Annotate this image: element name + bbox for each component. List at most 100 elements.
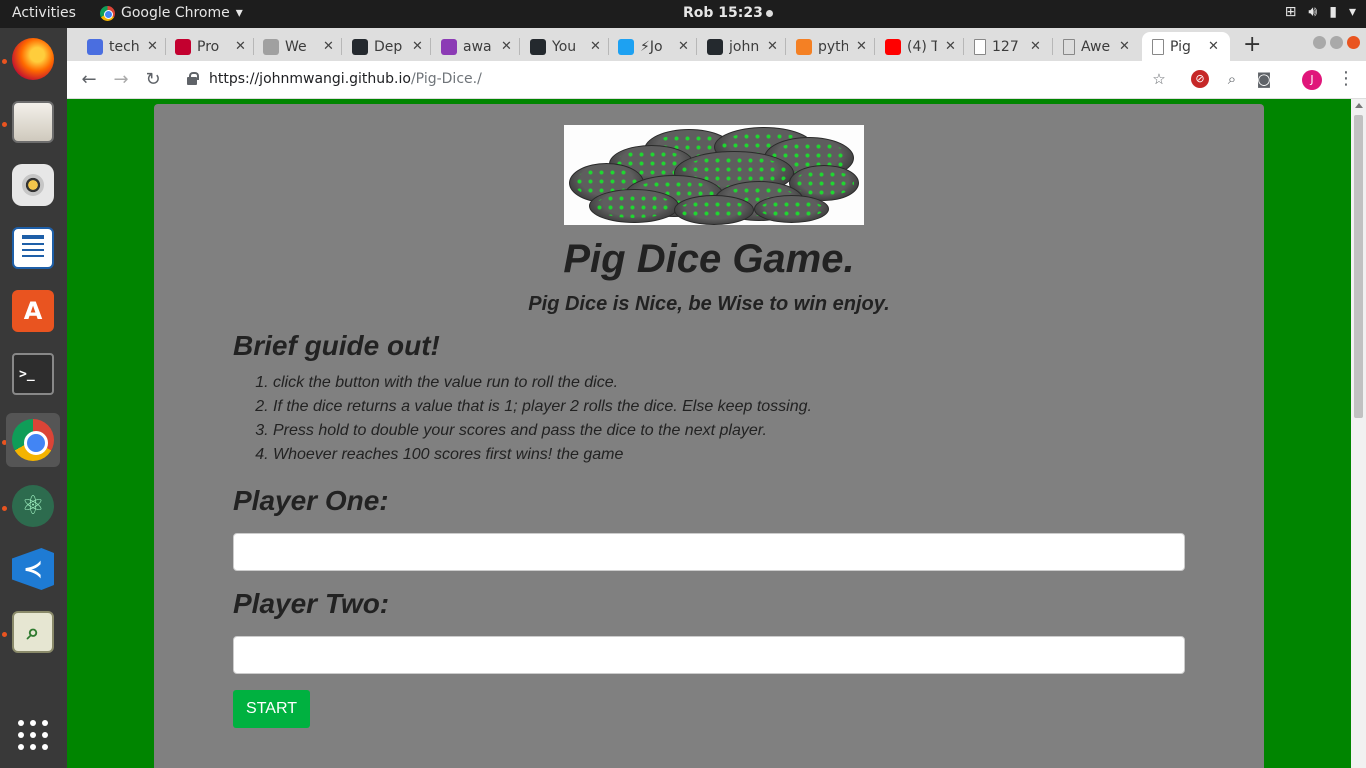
tab-title: tech (109, 38, 139, 55)
extension-zoom-icon[interactable]: ⌕ (1223, 70, 1241, 88)
browser-tab[interactable]: (4) T ✕ (875, 32, 963, 61)
address-bar[interactable]: https://johnmwangi.github.io/Pig-Dice./ (209, 71, 482, 87)
github-icon (263, 38, 279, 55)
tab-title: 127 (992, 38, 1019, 55)
notification-dot (765, 9, 773, 17)
browser-tab[interactable]: tech ✕ (77, 32, 165, 61)
page-icon (1152, 38, 1164, 55)
reload-button[interactable]: ↻ (141, 68, 165, 92)
close-tab-icon[interactable]: ✕ (678, 39, 689, 54)
app-menu[interactable]: Google Chrome ▾ (100, 5, 243, 21)
dock-image-viewer[interactable]: ⌕ (6, 605, 60, 659)
chrome-icon (12, 419, 54, 461)
youtube-icon (885, 38, 901, 55)
dock-firefox[interactable] (6, 32, 60, 86)
chrome-icon (100, 5, 115, 21)
close-tab-icon[interactable]: ✕ (767, 39, 778, 54)
browser-tab[interactable]: 127 ✕ (964, 32, 1052, 61)
browser-tab[interactable]: You ✕ (520, 32, 608, 61)
guide-step: click the button with the value run to r… (273, 373, 812, 397)
chevron-down-icon: ▾ (1348, 4, 1356, 20)
tab-title: You (552, 38, 577, 55)
close-window-button[interactable] (1347, 36, 1360, 49)
twitter-icon (618, 38, 634, 55)
scrollbar-thumb[interactable] (1354, 115, 1363, 418)
profile-avatar[interactable]: J (1302, 70, 1322, 90)
system-tray[interactable]: ⊞ 🔊︎ ▮ ▾ (1285, 4, 1356, 20)
extension-blocker-icon[interactable]: ⊘ (1191, 70, 1209, 88)
clock[interactable]: Rob 15:23 (683, 5, 773, 21)
guide-step: If the dice returns a value that is 1; p… (273, 397, 812, 421)
browser-tab[interactable]: awa ✕ (431, 32, 519, 61)
forward-button[interactable]: → (109, 68, 133, 92)
chrome-menu-icon[interactable]: ⋮ (1337, 68, 1355, 89)
guide-step: Press hold to double your scores and pas… (273, 421, 812, 445)
lock-icon[interactable] (187, 72, 199, 85)
bookmark-star-icon[interactable]: ☆ (1150, 70, 1168, 88)
files-icon (12, 101, 54, 143)
browser-tab[interactable]: Pig ✕ (1142, 32, 1230, 61)
close-tab-icon[interactable]: ✕ (945, 39, 956, 54)
tab-title: ⚡Jo (640, 38, 663, 55)
close-tab-icon[interactable]: ✕ (323, 39, 334, 54)
dock-vscode[interactable]: ≺ (6, 542, 60, 596)
close-tab-icon[interactable]: ✕ (1208, 39, 1219, 54)
player-one-input[interactable] (233, 533, 1185, 571)
new-tab-button[interactable]: + (1243, 32, 1261, 57)
browser-tab[interactable]: We ✕ (253, 32, 341, 61)
close-tab-icon[interactable]: ✕ (1030, 39, 1041, 54)
close-tab-icon[interactable]: ✕ (1119, 39, 1130, 54)
browser-tab[interactable]: ⚡Jo ✕ (608, 32, 696, 61)
page-icon (974, 38, 986, 55)
software-center-icon: A (12, 290, 54, 332)
page-scrollbar[interactable] (1351, 99, 1366, 768)
back-button[interactable]: ← (77, 68, 101, 92)
scroll-up-arrow-icon[interactable] (1355, 103, 1363, 108)
browser-tab[interactable]: Pro ✕ (165, 32, 253, 61)
dock-terminal[interactable]: >_ (6, 347, 60, 401)
atom-icon: ⚛ (12, 485, 54, 527)
player-two-input[interactable] (233, 636, 1185, 674)
guide-step: Whoever reaches 100 scores first wins! t… (273, 445, 812, 469)
guide-heading: Brief guide out! (233, 330, 440, 361)
github-icon (530, 38, 546, 55)
stackoverflow-icon (796, 38, 812, 55)
activities-button[interactable]: Activities (12, 5, 76, 21)
close-tab-icon[interactable]: ✕ (590, 39, 601, 54)
chrome-window: tech ✕ Pro ✕ We ✕ Dep ✕ awa ✕ You ✕ ⚡Jo ✕ john ✕ pyth ✕ (4… (67, 28, 1366, 768)
close-tab-icon[interactable]: ✕ (235, 39, 246, 54)
dock-rhythmbox[interactable] (6, 158, 60, 212)
minimize-button[interactable] (1313, 36, 1326, 49)
extension-capture-icon[interactable]: ◙ (1255, 70, 1273, 88)
maximize-button[interactable] (1330, 36, 1343, 49)
player-one-label: Player One: (233, 485, 389, 516)
tab-title: Pig (1170, 38, 1191, 55)
browser-tab[interactable]: john ✕ (697, 32, 785, 61)
dock-atom[interactable]: ⚛ (6, 479, 60, 533)
close-tab-icon[interactable]: ✕ (856, 39, 867, 54)
game-card: Pig Dice Game. Pig Dice is Nice, be Wise… (154, 104, 1264, 768)
page-icon (1063, 38, 1075, 55)
browser-tab[interactable]: pyth ✕ (786, 32, 874, 61)
dock-files[interactable] (6, 95, 60, 149)
show-applications-button[interactable] (6, 708, 60, 762)
url-path: /Pig-Dice./ (410, 71, 482, 87)
tab-title: We (285, 38, 307, 55)
chevron-down-icon: ▾ (235, 5, 243, 21)
browser-tab[interactable]: Dep ✕ (342, 32, 430, 61)
window-controls (1313, 36, 1360, 49)
browser-toolbar: ← → ↻ https://johnmwangi.github.io/Pig-D… (67, 61, 1366, 99)
libreoffice-writer-icon (12, 227, 54, 269)
tab-title: Awe (1081, 38, 1111, 55)
start-button[interactable]: START (233, 690, 310, 728)
dock-software[interactable]: A (6, 284, 60, 338)
close-tab-icon[interactable]: ✕ (501, 39, 512, 54)
close-tab-icon[interactable]: ✕ (412, 39, 423, 54)
dock-chrome[interactable] (6, 413, 60, 467)
close-tab-icon[interactable]: ✕ (147, 39, 158, 54)
terminal-icon: >_ (12, 353, 54, 395)
tab-title: Dep (374, 38, 403, 55)
dock-writer[interactable] (6, 221, 60, 275)
browser-tab[interactable]: Awe ✕ (1053, 32, 1141, 61)
docs-icon (87, 38, 103, 55)
